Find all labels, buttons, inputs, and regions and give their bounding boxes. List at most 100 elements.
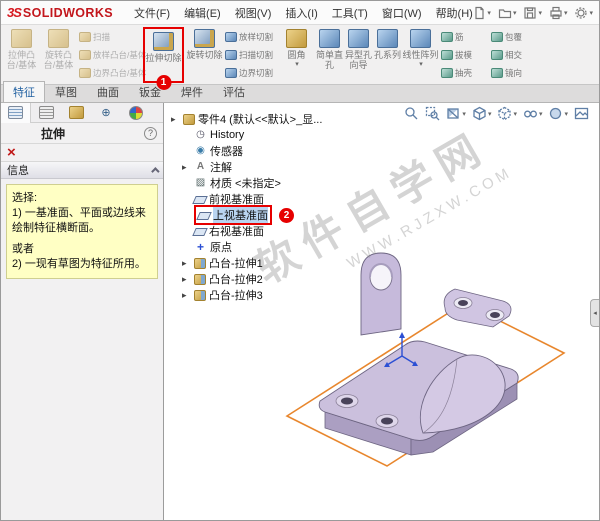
tree-item-sensors[interactable]: 传感器 <box>171 143 322 159</box>
apply-scene-button[interactable] <box>572 104 591 123</box>
panel-tabs: ⊕ <box>1 102 163 123</box>
view-cube-icon <box>473 106 486 121</box>
tab-display-manager[interactable]: ⊕ <box>91 103 121 123</box>
panel-collapse-tab[interactable] <box>590 299 599 327</box>
open-folder-icon <box>498 8 512 18</box>
expander-icon[interactable] <box>182 290 191 301</box>
plane-icon <box>192 196 208 204</box>
display-style-button[interactable]: ▾ <box>495 104 519 123</box>
intersect-button[interactable]: 相交 <box>489 46 539 64</box>
chevron-down-icon: ▾ <box>538 110 543 118</box>
menu-window[interactable]: 窗口(W) <box>375 1 429 25</box>
linear-pattern-button[interactable]: 线性阵列 ▾ <box>402 26 439 81</box>
boundary-cut-button[interactable]: 边界切割 <box>223 64 278 82</box>
sweep-cut-button[interactable]: 扫描切割 <box>223 46 278 64</box>
boundary-boss-button[interactable]: 边界凸台/基体 <box>77 64 146 82</box>
open-button[interactable]: ▾ <box>496 3 519 22</box>
expander-icon[interactable] <box>182 274 191 285</box>
edit-appearance-button[interactable]: ▾ <box>546 104 570 123</box>
tree-item-right-plane[interactable]: 右视基准面 <box>171 223 322 239</box>
message-or-label: 或者 <box>12 243 34 255</box>
tab-evaluate[interactable]: 评估 <box>213 81 255 102</box>
tab-configuration-manager[interactable] <box>31 103 61 123</box>
menu-view[interactable]: 视图(V) <box>228 1 279 25</box>
revolve-boss-button[interactable]: 旋转凸台/基体 <box>40 26 77 81</box>
chevron-down-icon: ▾ <box>589 9 593 17</box>
expander-icon[interactable] <box>182 258 191 269</box>
fillet-button[interactable]: 圆角 ▾ <box>278 26 315 81</box>
menu-edit[interactable]: 编辑(E) <box>177 1 228 25</box>
tab-sketch[interactable]: 草图 <box>45 81 87 102</box>
rib-tools-column: 筋 拔模 抽壳 <box>439 26 489 82</box>
extrude-boss-button[interactable]: 拉伸凸台/基体 <box>3 26 40 81</box>
help-icon[interactable]: ? <box>144 126 157 140</box>
options-button[interactable]: ▾ <box>572 3 595 22</box>
zoom-area-button[interactable] <box>423 104 442 123</box>
close-icon[interactable]: × <box>7 145 16 160</box>
tab-dim-xpert[interactable] <box>61 103 91 123</box>
view-orientation-button[interactable]: ▾ <box>470 104 494 123</box>
magnifier-area-icon <box>426 106 440 121</box>
section-view-button[interactable]: ▾ <box>444 104 468 123</box>
tab-surfaces[interactable]: 曲面 <box>87 81 129 102</box>
info-section-header[interactable]: 信息 <box>1 162 163 179</box>
features-ribbon: 拉伸凸台/基体 旋转凸台/基体 扫描 放样凸台/基体 边界凸台/基体 拉伸切除 … <box>1 25 599 90</box>
hole-series-button[interactable]: 孔系列 <box>373 26 402 81</box>
crosshair-icon: ⊕ <box>101 107 111 119</box>
tree-item-history[interactable]: History <box>171 127 322 143</box>
boss-tools-column: 扫描 放样凸台/基体 边界凸台/基体 <box>77 26 146 82</box>
section-view-icon <box>447 108 460 119</box>
wrap-icon <box>491 32 503 42</box>
tree-item-boss-extrude2[interactable]: 凸台-拉伸2 <box>171 271 322 287</box>
revolve-cut-button[interactable]: 旋转切除 <box>186 26 223 81</box>
tab-property-manager[interactable] <box>1 102 31 123</box>
menu-file[interactable]: 文件(F) <box>127 1 177 25</box>
message-line-1: 1) 一基准面、平面或边线来绘制特征横断面。 <box>12 207 146 234</box>
linear-pattern-icon <box>410 29 431 48</box>
chevron-down-icon: ▾ <box>538 9 542 17</box>
simple-hole-button[interactable]: 简单直孔 <box>315 26 344 81</box>
zoom-fit-button[interactable] <box>402 104 421 123</box>
expander-icon[interactable] <box>182 162 191 173</box>
extrude-cut-button[interactable]: 拉伸切除 <box>145 29 182 79</box>
graphics-viewport[interactable]: ▾ ▾ ▾ ▾ ▾ 软件自学网 WWW.RJZXW.COM ▸ 零件4 (默认<… <box>165 103 599 520</box>
hide-show-items-button[interactable]: ▾ <box>521 104 545 123</box>
sweep-icon <box>79 32 91 42</box>
tree-item-material[interactable]: 材质 <未指定> <box>171 175 322 191</box>
tab-features[interactable]: 特征 <box>3 81 45 102</box>
new-document-button[interactable]: ▾ <box>470 3 493 22</box>
shell-button[interactable]: 抽壳 <box>439 64 489 82</box>
tree-item-top-plane[interactable]: 上视基准面 2 <box>171 205 322 225</box>
tree-item-boss-extrude3[interactable]: 凸台-拉伸3 <box>171 287 322 303</box>
tree-item-part[interactable]: 零件4 (默认<<默认>_显... <box>171 111 322 127</box>
wrap-button[interactable]: 包覆 <box>489 28 539 46</box>
scene-icon <box>574 107 589 120</box>
menu-tools[interactable]: 工具(T) <box>325 1 375 25</box>
expander-icon[interactable] <box>171 114 180 125</box>
loft-boss-button[interactable]: 放样凸台/基体 <box>77 46 146 64</box>
history-icon <box>194 129 207 141</box>
loft-cut-button[interactable]: 放样切割 <box>223 28 278 46</box>
extrude-boss-icon <box>11 29 32 48</box>
rib-icon <box>441 32 453 42</box>
hole-series-icon <box>377 29 398 48</box>
tree-item-annotations[interactable]: 注解 <box>171 159 322 175</box>
tree-item-boss-extrude1[interactable]: 凸台-拉伸1 <box>171 255 322 271</box>
tab-appearances[interactable] <box>121 103 151 123</box>
chevron-up-icon <box>151 167 160 176</box>
mirror-button[interactable]: 镜向 <box>489 64 539 82</box>
save-button[interactable]: ▾ <box>521 3 544 22</box>
print-button[interactable]: ▾ <box>547 3 570 22</box>
tab-weldments[interactable]: 焊件 <box>171 81 213 102</box>
chevron-down-icon: ▾ <box>564 110 568 118</box>
gear-icon <box>575 6 588 19</box>
tree-item-origin[interactable]: 原点 <box>171 239 322 255</box>
hole-wizard-button[interactable]: 异型孔向导 <box>344 26 373 81</box>
draft-button[interactable]: 拔模 <box>439 46 489 64</box>
rib-button[interactable]: 筋 <box>439 28 489 46</box>
main-area: ⊕ 拉伸 ? × 信息 选择: 1) 一基准面、平面或边线来绘制特征横断面。 或… <box>1 102 599 520</box>
revolve-cut-icon <box>194 29 215 48</box>
sweep-button[interactable]: 扫描 <box>77 28 141 46</box>
plane-icon <box>196 212 212 220</box>
menu-insert[interactable]: 插入(I) <box>278 1 324 25</box>
